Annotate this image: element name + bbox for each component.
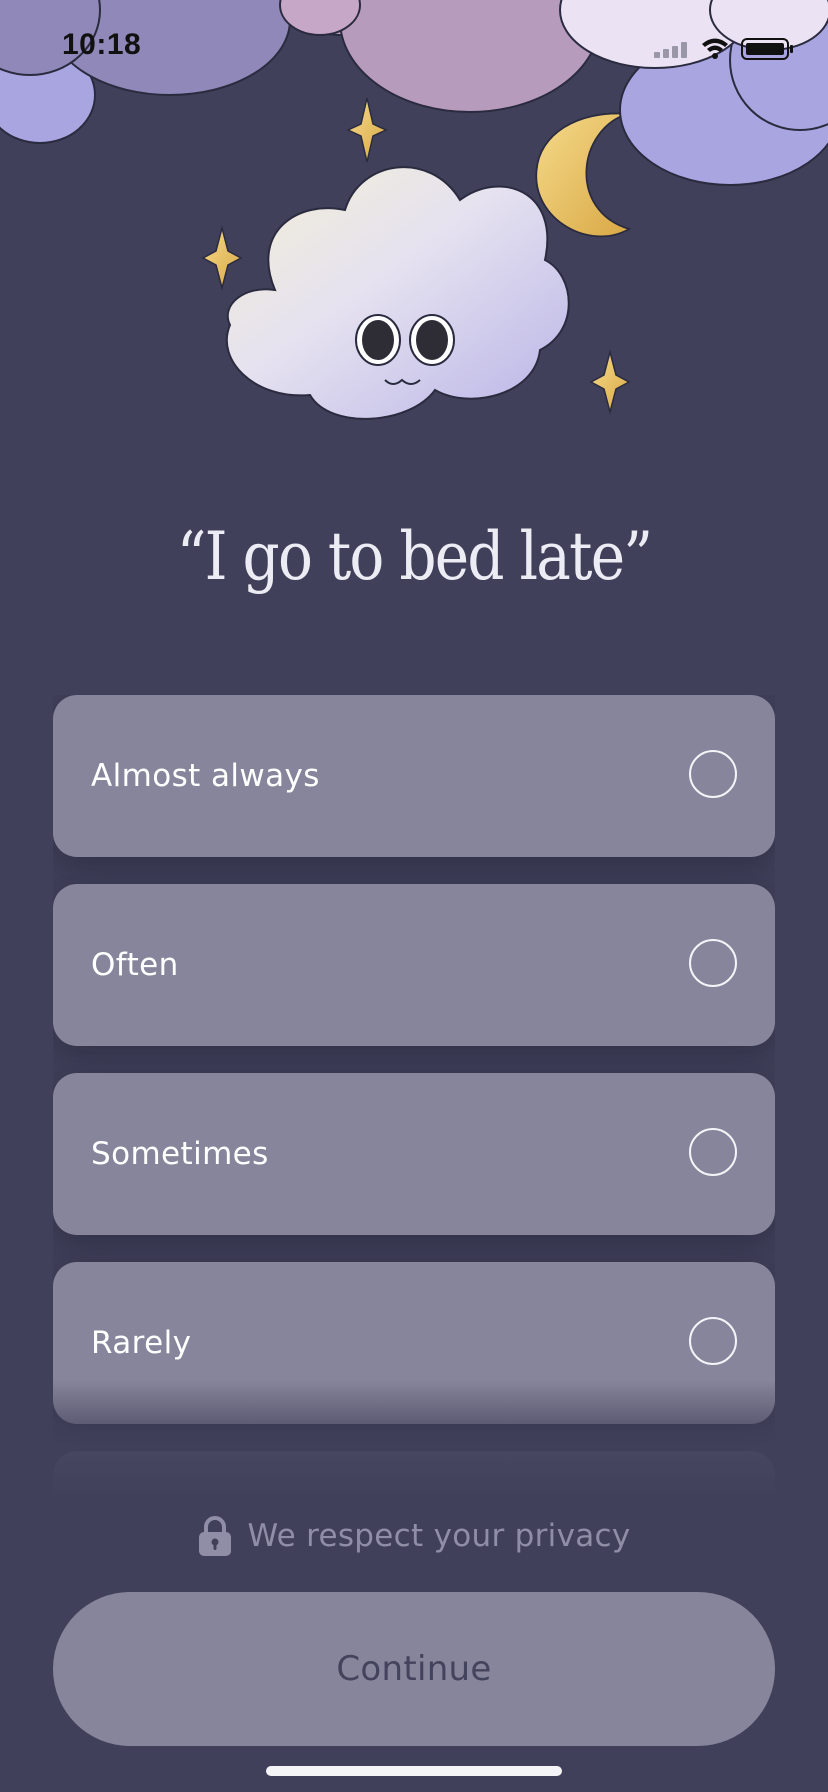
continue-label: Continue	[336, 1649, 492, 1689]
star-icon	[589, 349, 631, 415]
privacy-note: We respect your privacy	[0, 1508, 828, 1564]
lock-icon	[199, 1516, 232, 1556]
cloud-character	[225, 166, 570, 420]
continue-button[interactable]: Continue	[53, 1592, 775, 1746]
battery-icon	[741, 38, 793, 60]
option-label: Almost always	[91, 758, 320, 794]
status-time: 10:18	[62, 28, 142, 61]
radio-button[interactable]	[689, 1128, 737, 1176]
answer-options-list: Almost always Often Sometimes Rarely	[53, 695, 775, 1495]
radio-button[interactable]	[689, 939, 737, 987]
wifi-icon	[702, 38, 728, 59]
option-almost-always[interactable]: Almost always	[53, 695, 775, 857]
scroll-fade	[0, 1380, 828, 1500]
star-icon	[201, 225, 243, 291]
option-often[interactable]: Often	[53, 884, 775, 1046]
radio-button[interactable]	[689, 1317, 737, 1365]
home-indicator	[266, 1766, 562, 1776]
radio-button[interactable]	[689, 750, 737, 798]
privacy-text: We respect your privacy	[247, 1518, 631, 1554]
status-icons	[654, 38, 793, 60]
option-label: Sometimes	[91, 1136, 269, 1172]
signal-icon	[654, 42, 687, 58]
option-sometimes[interactable]: Sometimes	[53, 1073, 775, 1235]
question-title: “I go to bed late”	[176, 518, 653, 595]
option-label: Often	[91, 947, 179, 983]
